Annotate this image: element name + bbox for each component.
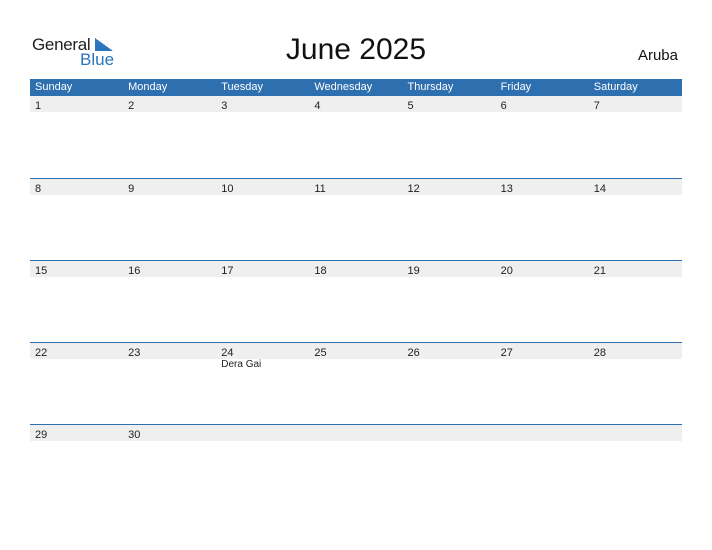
week-row: 1 2 3 4 5 6 7 [30,96,682,178]
day-number: 30 [128,429,141,441]
day-number: 11 [314,183,326,195]
weekday-sunday: Sunday [35,81,73,93]
date-band: 15 16 17 18 19 20 21 [30,261,682,277]
day-cell: 5 [403,96,496,112]
day-cell: 10 [216,179,309,195]
day-number: 5 [407,100,414,112]
day-cell: 22 [30,343,123,359]
day-cell: 4 [309,96,402,112]
week-row: 22 23 24 Dera Gai 25 26 27 28 [30,342,682,424]
country-label: Aruba [637,47,678,64]
day-cell: 2 [123,96,216,112]
day-number: 28 [593,347,606,359]
weekday-friday: Friday [500,81,532,93]
day-cell: 25 [309,343,402,359]
date-band: 1 2 3 4 5 6 7 [30,96,682,112]
day-cell: 17 [216,261,309,277]
day-number: 12 [407,183,420,195]
day-number: 6 [500,100,507,112]
week-row: 29 30 [30,424,682,506]
day-number: 4 [314,100,321,112]
day-cell: 30 [123,425,216,441]
weekday-tuesday: Tuesday [221,81,264,93]
day-number: 13 [500,183,513,195]
day-cell: 18 [309,261,402,277]
day-cell: 26 [403,343,496,359]
holiday-event: Dera Gai [221,359,262,370]
date-band: 8 9 10 11 12 13 14 [30,179,682,195]
calendar-title: June 2025 [285,33,427,66]
day-cell: 24 Dera Gai [216,343,309,370]
day-cell: 3 [216,96,309,112]
date-band: 22 23 24 Dera Gai 25 26 27 28 [30,343,682,370]
day-cell: 6 [496,96,589,112]
day-cell [496,425,589,441]
day-number: 8 [35,183,42,195]
day-cell: 28 [589,343,682,359]
day-cell [589,425,682,441]
day-cell: 12 [403,179,496,195]
day-number: 23 [128,347,141,359]
weekday-wednesday: Wednesday [314,81,373,93]
day-number: 21 [593,265,606,277]
day-cell: 21 [589,261,682,277]
day-number: 7 [593,100,600,112]
day-number: 26 [407,347,420,359]
day-number: 24 [221,347,234,359]
day-number: 27 [500,347,513,359]
day-cell: 1 [30,96,123,112]
day-cell: 13 [496,179,589,195]
day-cell: 20 [496,261,589,277]
day-cell [309,425,402,441]
day-cell: 14 [589,179,682,195]
day-cell: 9 [123,179,216,195]
day-cell: 23 [123,343,216,359]
week-row: 8 9 10 11 12 13 14 [30,178,682,260]
day-number: 9 [128,183,135,195]
day-number: 15 [35,265,48,277]
day-number: 16 [128,265,141,277]
day-cell: 16 [123,261,216,277]
day-cell [403,425,496,441]
weekday-saturday: Saturday [593,81,638,93]
day-number: 17 [221,265,234,277]
day-cell: 29 [30,425,123,441]
day-number: 1 [35,100,42,112]
day-number: 3 [221,100,228,112]
weekday-thursday: Thursday [407,81,454,93]
day-number: 19 [407,265,420,277]
week-row: 15 16 17 18 19 20 21 [30,260,682,342]
date-band: 29 30 [30,425,682,441]
day-cell [216,425,309,441]
day-number: 10 [221,183,234,195]
day-number: 20 [500,265,513,277]
day-number: 14 [593,183,606,195]
day-cell: 8 [30,179,123,195]
day-cell: 11 [309,179,402,195]
day-number: 25 [314,347,327,359]
day-number: 2 [128,100,135,112]
day-cell: 7 [589,96,682,112]
calendar-grid: Sunday Monday Tuesday Wednesday Thursday… [30,79,682,506]
day-cell: 15 [30,261,123,277]
day-cell: 27 [496,343,589,359]
day-number: 18 [314,265,327,277]
day-number: 22 [35,347,48,359]
day-number: 29 [35,429,48,441]
weekday-monday: Monday [128,81,168,93]
day-cell: 19 [403,261,496,277]
weekday-header: Sunday Monday Tuesday Wednesday Thursday… [30,79,682,96]
